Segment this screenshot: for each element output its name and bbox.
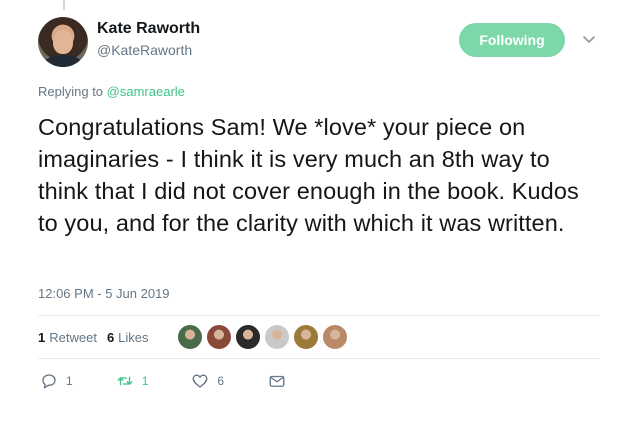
avatar[interactable] (38, 17, 88, 67)
retweet-button[interactable]: 1 (116, 372, 149, 390)
liker-avatar-1[interactable] (177, 324, 203, 350)
liker-avatar-3[interactable] (235, 324, 261, 350)
author-name[interactable]: Kate Raworth (97, 20, 200, 38)
replying-to-label: Replying to (38, 84, 104, 99)
direct-message-button[interactable] (268, 372, 286, 390)
avatar-face (53, 30, 73, 54)
tweet-text: Congratulations Sam! We *love* your piec… (38, 114, 579, 236)
author-handle[interactable]: @KateRaworth (97, 42, 192, 58)
reply-count: 1 (66, 374, 73, 388)
retweets-stat[interactable]: 1 Retweet (38, 330, 97, 345)
following-button[interactable]: Following (459, 23, 565, 57)
likes-stat[interactable]: 6 Likes (107, 330, 149, 345)
chevron-down-icon[interactable] (581, 31, 597, 47)
heart-icon (192, 374, 208, 388)
liker-avatar-4[interactable] (264, 324, 290, 350)
envelope-icon (269, 375, 285, 387)
reply-icon (42, 374, 56, 389)
divider-top (38, 315, 600, 316)
replying-to: Replying to @samraearle (38, 84, 185, 99)
liker-avatar-5[interactable] (293, 324, 319, 350)
replying-to-handle-link[interactable]: @samraearle (107, 84, 185, 99)
engagement-stats: 1 Retweet 6 Likes (38, 330, 159, 345)
like-label: Likes (118, 330, 149, 345)
tweet-timestamp[interactable]: 12:06 PM - 5 Jun 2019 (38, 286, 170, 301)
divider-bottom (38, 358, 600, 359)
action-retweet-count: 1 (141, 374, 149, 388)
retweet-label: Retweet (49, 330, 97, 345)
like-button[interactable]: 6 (191, 372, 224, 390)
liker-avatars (177, 324, 351, 350)
liker-avatar-2[interactable] (206, 324, 232, 350)
tweet-actions: 1 1 6 (38, 372, 286, 390)
action-like-count: 6 (217, 374, 225, 388)
reply-button[interactable]: 1 (40, 372, 73, 390)
retweet-count: 1 (38, 330, 46, 345)
like-count: 6 (106, 330, 115, 345)
thread-connector (63, 0, 65, 10)
avatar-shoulders (43, 55, 83, 67)
retweet-icon (117, 376, 133, 386)
liker-avatar-6[interactable] (322, 324, 348, 350)
